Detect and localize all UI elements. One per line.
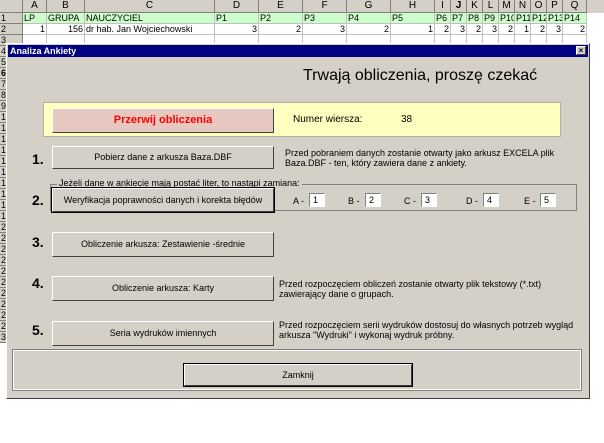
sheet-cell[interactable]: P12: [531, 13, 547, 24]
sheet-cell[interactable]: 3: [451, 24, 467, 35]
column-header-f[interactable]: F: [303, 0, 347, 13]
sheet-cell[interactable]: P7: [451, 13, 467, 24]
column-header-g[interactable]: G: [347, 0, 391, 13]
column-headers: ABCDEFGHIJKLMNOPQ: [0, 0, 604, 13]
column-header-o[interactable]: O: [531, 0, 547, 13]
map-a-input[interactable]: 1: [309, 193, 325, 207]
sheet-cell[interactable]: 1: [23, 24, 47, 35]
step-4-description: Przed rozpoczęciem obliczeń zostanie otw…: [279, 279, 542, 299]
analiza-ankiety-dialog: Analiza Ankiety × Trwają obliczenia, pro…: [6, 43, 590, 399]
step-3-number: 3.: [32, 234, 44, 250]
step-5-description: Przed rozpoczęciem serii wydruków dostos…: [279, 320, 574, 340]
column-header-m[interactable]: M: [499, 0, 515, 13]
row-number-value: 38: [401, 114, 413, 125]
column-header-e[interactable]: E: [259, 0, 303, 13]
calc-summary-button[interactable]: Obliczenie arkusza: Zestawienie -średnie: [52, 232, 274, 257]
sheet-cell[interactable]: NAUCZYCIEL: [85, 13, 215, 24]
sheet-cell[interactable]: P8: [467, 13, 483, 24]
sheet-cell[interactable]: 3: [483, 24, 499, 35]
print-series-button[interactable]: Seria wydruków imiennych: [52, 321, 274, 346]
sheet-cell[interactable]: P14: [563, 13, 587, 24]
column-header-c[interactable]: C: [85, 0, 215, 13]
status-headline: Trwają obliczenia, proszę czekać: [303, 67, 538, 84]
sheet-cell[interactable]: P6: [435, 13, 451, 24]
close-button[interactable]: Zamknij: [183, 363, 413, 387]
map-c-label: C -: [404, 196, 416, 206]
sheet-cell[interactable]: P10: [499, 13, 515, 24]
calc-cards-button[interactable]: Obliczenie arkusza: Karty: [52, 276, 274, 301]
sheet-cell[interactable]: 2: [435, 24, 451, 35]
row-header[interactable]: 1: [0, 13, 23, 24]
step-2-number: 2.: [32, 192, 44, 208]
sheet-cell[interactable]: P4: [347, 13, 391, 24]
column-header-l[interactable]: L: [483, 0, 499, 13]
sheet-cell[interactable]: P13: [547, 13, 563, 24]
sheet-cell[interactable]: 156: [47, 24, 85, 35]
map-b-label: B -: [348, 196, 360, 206]
progress-panel: Przerwij obliczenia Numer wiersza: 38: [43, 102, 561, 137]
step-1-description: Przed pobraniem danych zostanie otwarty …: [285, 148, 555, 168]
sheet-cell[interactable]: 2: [467, 24, 483, 35]
map-e-label: E -: [524, 196, 536, 206]
sheet-cell[interactable]: P1: [215, 13, 259, 24]
sheet-cell[interactable]: 2: [563, 24, 587, 35]
stop-calculation-button[interactable]: Przerwij obliczenia: [52, 108, 274, 133]
verify-data-button[interactable]: Weryfikacja poprawności danych i korekta…: [51, 187, 275, 213]
column-header-q[interactable]: Q: [563, 0, 587, 13]
step-1-number: 1.: [32, 151, 44, 167]
column-header-n[interactable]: N: [515, 0, 531, 13]
column-header-i[interactable]: I: [435, 0, 451, 13]
sheet-cell[interactable]: 3: [215, 24, 259, 35]
sheet-cell[interactable]: P5: [391, 13, 435, 24]
step-5-number: 5.: [32, 322, 44, 338]
sheet-cell[interactable]: 3: [303, 24, 347, 35]
column-header-b[interactable]: B: [47, 0, 85, 13]
sheet-cell[interactable]: P3: [303, 13, 347, 24]
map-a-label: A -: [293, 196, 305, 206]
sheet-cell[interactable]: 2: [259, 24, 303, 35]
sheet-cell[interactable]: 2: [347, 24, 391, 35]
column-header-h[interactable]: H: [391, 0, 435, 13]
row-number-label: Numer wiersza:: [293, 114, 363, 125]
select-all-corner[interactable]: [0, 0, 23, 13]
load-data-button[interactable]: Pobierz dane z arkusza Baza.DBF: [52, 146, 274, 169]
map-c-input[interactable]: 3: [421, 193, 437, 207]
sheet-cell[interactable]: 3: [547, 24, 563, 35]
sheet-cell[interactable]: GRUPA: [47, 13, 85, 24]
sheet-cell[interactable]: 2: [499, 24, 515, 35]
sheet-cell[interactable]: dr hab. Jan Wojciechowski: [85, 24, 215, 35]
letter-mapping-legend: Jeżeli dane w ankiecie mają postać liter…: [57, 178, 302, 188]
sheet-row: 2 1 156 dr hab. Jan Wojciechowski 3 2 3 2 1 2 3 2 3 2…: [0, 24, 604, 35]
sheet-cell[interactable]: 1: [391, 24, 435, 35]
sheet-cell[interactable]: 2: [531, 24, 547, 35]
sheet-row: 1 LP GRUPA NAUCZYCIEL P1 P2 P3 P4 P5 P6 P7 P8 P9 P10 P…: [0, 13, 604, 24]
row-header[interactable]: 2: [0, 24, 23, 35]
column-header-d[interactable]: D: [215, 0, 259, 13]
sheet-cell[interactable]: P2: [259, 13, 303, 24]
map-e-input[interactable]: 5: [540, 193, 556, 207]
column-header-a[interactable]: A: [23, 0, 47, 13]
sheet-cell[interactable]: P11: [515, 13, 531, 24]
dialog-titlebar: Analiza Ankiety ×: [8, 45, 588, 57]
column-header-p[interactable]: P: [547, 0, 563, 13]
close-icon[interactable]: ×: [576, 46, 586, 55]
column-header-j[interactable]: J: [451, 0, 467, 13]
sheet-cell[interactable]: 1: [515, 24, 531, 35]
map-d-input[interactable]: 4: [483, 193, 499, 207]
map-b-input[interactable]: 2: [365, 193, 381, 207]
sheet-cell[interactable]: P9: [483, 13, 499, 24]
map-d-label: D -: [466, 196, 478, 206]
step-4-number: 4.: [32, 275, 44, 291]
column-header-k[interactable]: K: [467, 0, 483, 13]
dialog-title: Analiza Ankiety: [10, 46, 77, 56]
sheet-cell[interactable]: LP: [23, 13, 47, 24]
